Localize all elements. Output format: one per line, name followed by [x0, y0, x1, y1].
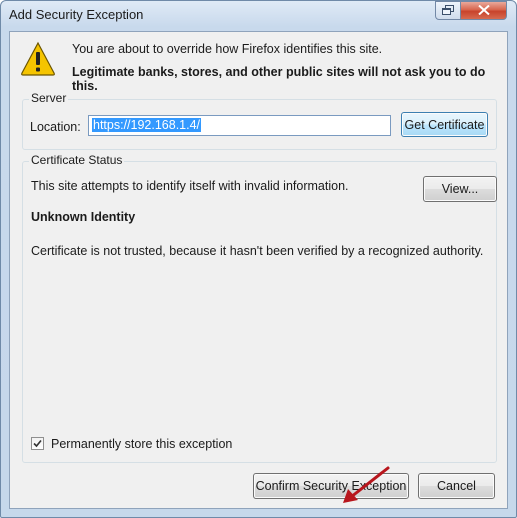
get-certificate-label: Get Certificate — [404, 117, 485, 132]
get-certificate-button[interactable]: Get Certificate — [401, 112, 488, 137]
warning-icon — [20, 41, 56, 77]
certificate-status-legend: Certificate Status — [29, 153, 125, 167]
restore-icon — [442, 4, 454, 18]
window-title: Add Security Exception — [9, 7, 144, 22]
warning-message-bold: Legitimate banks, stores, and other publ… — [72, 65, 486, 93]
status-text: This site attempts to identify itself wi… — [31, 179, 349, 193]
cancel-button[interactable]: Cancel — [418, 473, 495, 499]
close-button[interactable] — [460, 1, 507, 20]
close-icon — [477, 4, 490, 18]
server-group: Server Location: https://192.168.1.4/ Ge… — [22, 91, 497, 150]
view-button-label: View... — [441, 182, 479, 196]
server-legend: Server — [29, 91, 69, 105]
cancel-label: Cancel — [437, 479, 476, 493]
location-input-value: https://192.168.1.4/ — [92, 118, 202, 132]
certificate-status-group: Certificate Status This site attempts to… — [22, 153, 497, 463]
title-bar[interactable]: Add Security Exception — [1, 1, 516, 29]
permanent-store-label[interactable]: Permanently store this exception — [51, 437, 232, 451]
view-button[interactable]: View... — [423, 176, 497, 202]
dialog-window: Add Security Exception You are about to … — [0, 0, 517, 518]
warning-message: You are about to override how Firefox id… — [72, 42, 383, 56]
location-label: Location: — [30, 120, 81, 134]
permanent-store-checkbox[interactable] — [31, 437, 44, 450]
restore-button[interactable] — [435, 1, 461, 20]
confirm-exception-button[interactable]: Confirm Security Exception — [253, 473, 409, 499]
confirm-exception-label: Confirm Security Exception — [255, 479, 407, 493]
location-input[interactable]: https://192.168.1.4/ — [88, 115, 391, 136]
reason-text: Certificate is not trusted, because it h… — [31, 244, 484, 258]
checkmark-icon — [32, 438, 43, 449]
dialog-content: You are about to override how Firefox id… — [9, 31, 508, 509]
identity-heading: Unknown Identity — [31, 210, 136, 224]
